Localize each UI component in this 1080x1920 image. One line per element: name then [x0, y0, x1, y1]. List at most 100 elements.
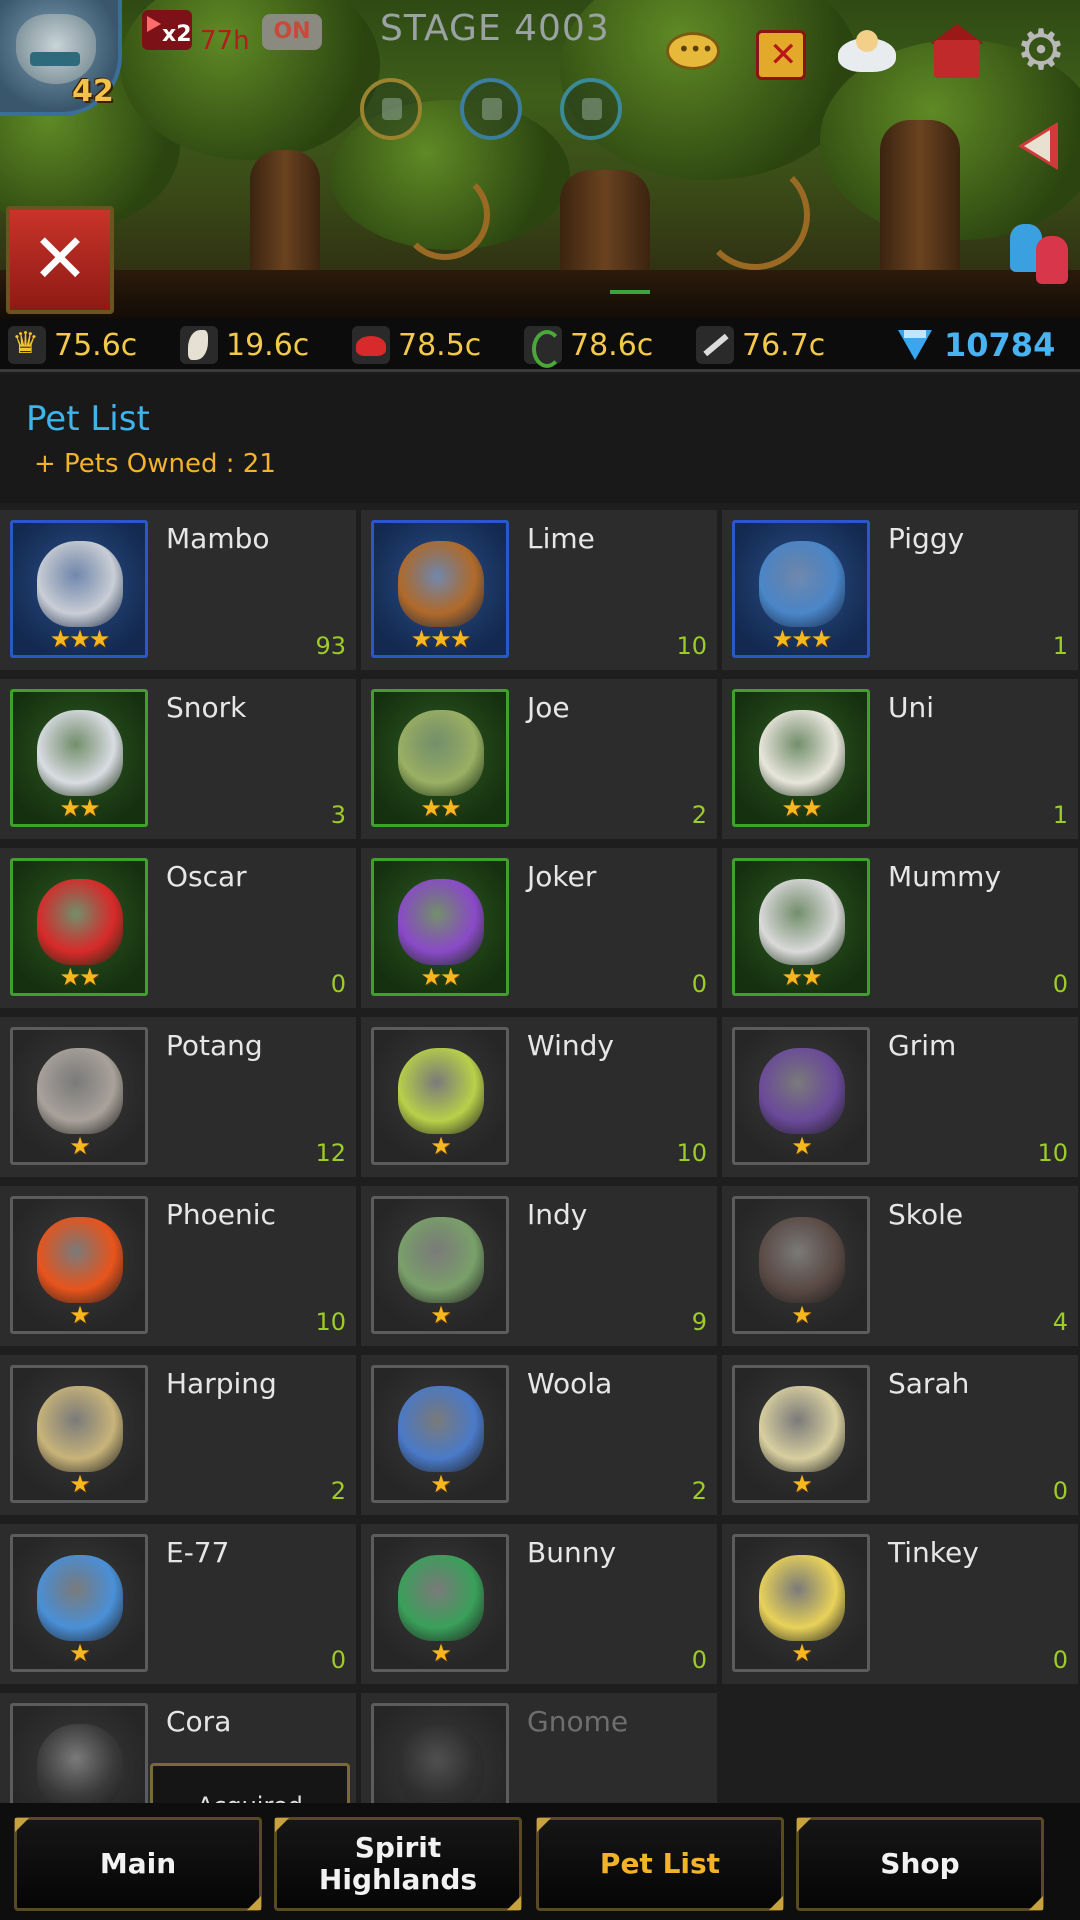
side-panel-arrow-icon[interactable] — [1018, 122, 1058, 170]
gear-icon[interactable]: ⚙ — [1010, 20, 1072, 82]
pet-portrait: ★ — [732, 1196, 870, 1334]
pet-card[interactable]: Gnome — [361, 1693, 717, 1803]
pet-name: Tinkey — [888, 1536, 979, 1569]
pet-sprite-icon — [398, 1386, 484, 1472]
pet-portrait: ★ — [10, 1365, 148, 1503]
pet-count: 9 — [691, 1308, 707, 1336]
pet-card[interactable]: ★★ Oscar 0 — [0, 848, 356, 1008]
mailbox-icon[interactable] — [926, 24, 988, 86]
pet-portrait: ★ — [732, 1365, 870, 1503]
pet-portrait: ★★★ — [10, 520, 148, 658]
skill-slot-2[interactable] — [460, 78, 522, 140]
pet-card[interactable]: ★★★ Mambo 93 — [0, 510, 356, 670]
pet-stars: ★★ — [420, 963, 461, 991]
pet-stars: ★ — [791, 1470, 813, 1498]
pet-card[interactable]: ★ Phoenic 10 — [0, 1186, 356, 1346]
pet-card[interactable]: ★ Tinkey 0 — [722, 1524, 1078, 1684]
pet-card[interactable]: ★★ Joker 0 — [361, 848, 717, 1008]
pet-card[interactable]: ★ Bunny 0 — [361, 1524, 717, 1684]
hero-avatar[interactable]: 42 — [0, 0, 122, 116]
pet-card[interactable]: ★★ Mummy 0 — [722, 848, 1078, 1008]
pet-sprite-icon — [37, 1217, 123, 1303]
pet-name: Sarah — [888, 1367, 970, 1400]
pet-card[interactable]: ★ Sarah 0 — [722, 1355, 1078, 1515]
pets-owned-count: + Pets Owned : 21 — [34, 449, 276, 479]
pet-name: Cora — [166, 1705, 232, 1738]
pet-portrait — [371, 1703, 509, 1803]
pet-count: 0 — [691, 1646, 707, 1674]
auto-toggle[interactable]: ON — [262, 14, 322, 50]
feather-icon — [180, 326, 218, 364]
pet-sprite-icon — [398, 710, 484, 796]
vine — [400, 170, 490, 260]
pet-card[interactable]: Cora Acquired — [0, 1693, 356, 1803]
pet-name: Potang — [166, 1029, 263, 1062]
pet-name: Gnome — [527, 1705, 629, 1738]
sword-icon — [696, 326, 734, 364]
gem-counter[interactable]: 10784 — [896, 324, 1055, 366]
pet-card[interactable]: ★ Skole 4 — [722, 1186, 1078, 1346]
pet-stars: ★ — [791, 1132, 813, 1160]
stage-label: STAGE 4003 — [380, 8, 610, 49]
nav-main-button[interactable]: Main — [14, 1817, 262, 1911]
pet-name: Mummy — [888, 860, 1002, 893]
pet-card[interactable]: ★★★ Lime 10 — [361, 510, 717, 670]
pet-sprite-icon — [398, 541, 484, 627]
pet-sprite-icon — [398, 1048, 484, 1134]
pet-card[interactable]: ★ Windy 10 — [361, 1017, 717, 1177]
pet-sprite-icon — [37, 879, 123, 965]
angel-icon[interactable] — [836, 24, 898, 86]
pet-card[interactable]: ★★ Joe 2 — [361, 679, 717, 839]
pet-sprite-icon — [37, 1386, 123, 1472]
skill-slot-3[interactable] — [560, 78, 622, 140]
pet-card[interactable]: ★ E-77 0 — [0, 1524, 356, 1684]
pet-card[interactable]: ★★ Uni 1 — [722, 679, 1078, 839]
nav-shop-button[interactable]: Shop — [796, 1817, 1044, 1911]
pet-count: 93 — [315, 632, 346, 660]
pet-count: 0 — [330, 1646, 346, 1674]
pet-card[interactable]: ★ Harping 2 — [0, 1355, 356, 1515]
quest-icon[interactable] — [750, 24, 812, 86]
pet-name: Grim — [888, 1029, 957, 1062]
pet-count: 0 — [330, 970, 346, 998]
panel-header: Pet List + Pets Owned : 21 — [0, 375, 1080, 503]
pet-stars: ★ — [430, 1639, 452, 1667]
skill-slot-1[interactable] — [360, 78, 422, 140]
resource-value: 19.6c — [226, 327, 310, 363]
pet-name: Joker — [527, 860, 597, 893]
chat-icon[interactable] — [662, 24, 724, 86]
pet-sprite-icon — [398, 1724, 484, 1803]
pet-sprite-icon — [759, 541, 845, 627]
pet-stars: ★ — [791, 1639, 813, 1667]
pet-card[interactable]: ★ Grim 10 — [722, 1017, 1078, 1177]
pet-card[interactable]: ★ Woola 2 — [361, 1355, 717, 1515]
vine — [700, 160, 810, 270]
close-button[interactable]: ✕ — [6, 206, 114, 314]
pet-card[interactable]: ★★ Snork 3 — [0, 679, 356, 839]
pet-count: 1 — [1052, 801, 1068, 829]
vine-icon — [524, 326, 562, 368]
pet-name: Mambo — [166, 522, 270, 555]
close-icon: ✕ — [31, 220, 89, 299]
progress-marker — [610, 290, 650, 294]
pet-count: 10 — [676, 1139, 707, 1167]
pet-card[interactable]: ★★★ Piggy 1 — [722, 510, 1078, 670]
pet-card[interactable]: ★ Indy 9 — [361, 1186, 717, 1346]
resource-value: 76.7c — [742, 327, 826, 363]
forest-ground — [0, 270, 1080, 318]
nav-spirit-label: Spirit Highlands — [318, 1831, 478, 1896]
pet-name: Oscar — [166, 860, 247, 893]
game-scene: 42 x2 77h ON STAGE 4003 ⚙ ✕ — [0, 0, 1080, 318]
speed-boost-timer: 77h — [200, 26, 250, 56]
pet-portrait: ★★ — [10, 689, 148, 827]
pet-stars: ★★★ — [771, 625, 833, 653]
pet-card[interactable]: ★ Potang 12 — [0, 1017, 356, 1177]
nav-pet-list-button[interactable]: Pet List — [536, 1817, 784, 1911]
pet-stars: ★ — [791, 1301, 813, 1329]
resource-meat: 78.5c — [352, 324, 481, 366]
acquired-button[interactable]: Acquired — [150, 1763, 350, 1803]
nav-spirit-highlands-button[interactable]: Spirit Highlands — [274, 1817, 522, 1911]
speed-boost-icon[interactable]: x2 — [142, 10, 192, 50]
friends-icon[interactable] — [1006, 224, 1076, 284]
pet-name: Woola — [527, 1367, 613, 1400]
